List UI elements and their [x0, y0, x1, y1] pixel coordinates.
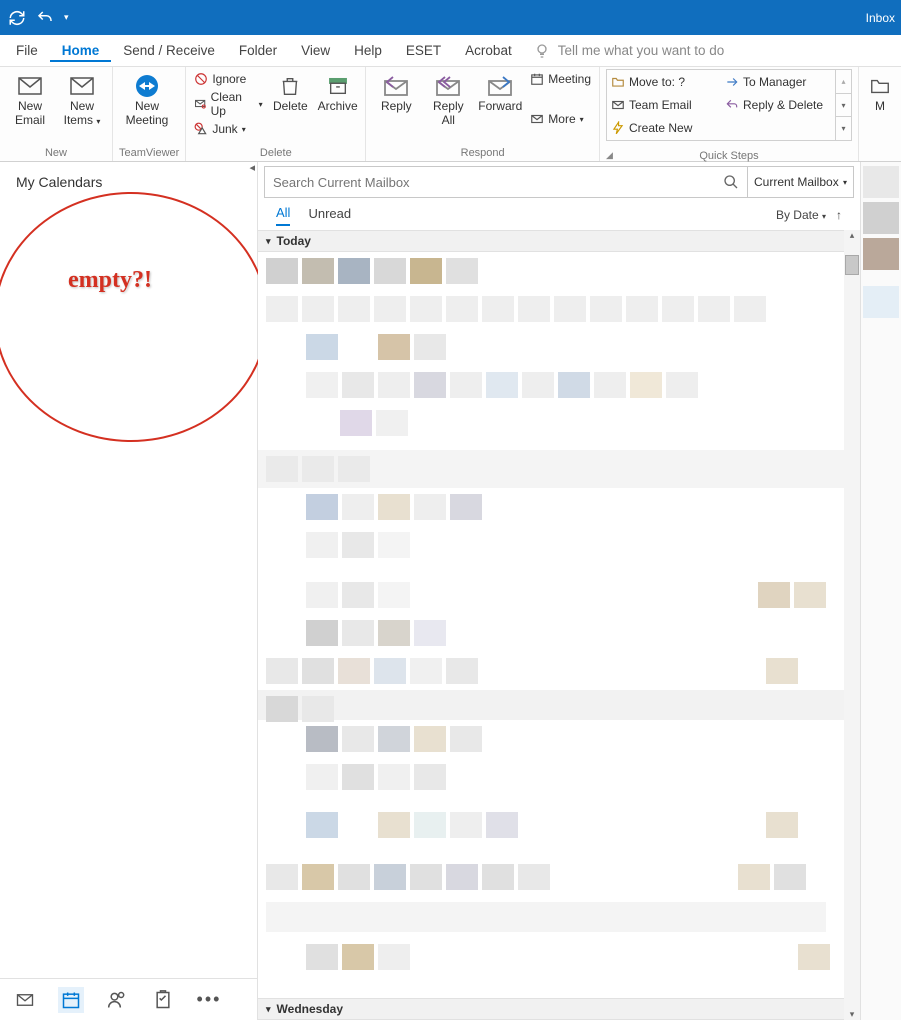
tab-view[interactable]: View — [289, 39, 342, 62]
group-respond-label: Respond — [372, 145, 593, 161]
group-delete: Ignore Clean Up▾ Junk▾ Delete Archive De… — [186, 67, 366, 161]
sort-by-date[interactable]: By Date ▾ — [776, 208, 826, 222]
annotation-text: empty?! — [68, 267, 152, 294]
tab-help[interactable]: Help — [342, 39, 394, 62]
filter-all[interactable]: All — [276, 205, 290, 226]
tab-folder[interactable]: Folder — [227, 39, 289, 62]
broom-icon — [194, 97, 206, 111]
lightbulb-icon — [534, 43, 550, 59]
qs-move-to[interactable]: Move to: ? — [607, 70, 721, 93]
junk-icon — [194, 122, 208, 136]
scroll-down-icon[interactable]: ▾ — [844, 1009, 860, 1020]
undo-icon[interactable] — [36, 9, 54, 27]
new-items-button[interactable]: New Items ▾ — [58, 69, 106, 128]
group-new: New Email New Items ▾ New — [0, 67, 113, 161]
tell-me-search[interactable]: Tell me what you want to do — [534, 43, 725, 59]
folder-move-icon — [611, 75, 625, 89]
truncated-button[interactable]: M — [865, 69, 895, 113]
tab-eset[interactable]: ESET — [394, 39, 453, 62]
qs-dialog-launcher[interactable]: ◢ — [606, 150, 850, 161]
new-email-button[interactable]: New Email — [6, 69, 54, 128]
reading-pane — [861, 162, 901, 1020]
collapse-folder-pane-icon[interactable]: ◂ — [249, 161, 255, 174]
group-quicksteps: Move to: ? To Manager Team Email Reply &… — [600, 67, 859, 161]
more-respond-button[interactable]: More▾ — [528, 111, 593, 127]
title-bar: ▾ Inbox — [0, 0, 901, 35]
quicksteps-gallery: Move to: ? To Manager Team Email Reply &… — [606, 69, 852, 141]
section-wednesday[interactable]: ▾ Wednesday — [258, 998, 844, 1020]
envelope-icon — [530, 112, 544, 126]
reply-all-button[interactable]: Reply All — [424, 69, 472, 128]
qs-create-new[interactable]: Create New — [607, 117, 721, 140]
scroll-thumb[interactable] — [845, 255, 859, 275]
search-input[interactable] — [273, 175, 723, 190]
search-icon[interactable] — [723, 174, 739, 190]
folder-pane: ◂ My Calendars empty?! ••• — [0, 162, 258, 1020]
section-wed-label: Wednesday — [277, 1002, 343, 1016]
new-meeting-button[interactable]: New Meeting — [119, 69, 175, 128]
body: ◂ My Calendars empty?! ••• Current Mailb… — [0, 162, 901, 1020]
search-scope-label: Current Mailbox — [754, 175, 839, 189]
ribbon: New Email New Items ▾ New New Meeting Te… — [0, 67, 901, 162]
qs-scroll-down[interactable]: ▾ — [836, 94, 851, 118]
nav-people-icon[interactable] — [104, 987, 130, 1013]
qs-team-email[interactable]: Team Email — [607, 93, 721, 116]
qs-expand[interactable]: ▾ — [836, 117, 851, 140]
group-tv-label: TeamViewer — [119, 145, 179, 161]
delete-button[interactable]: Delete — [269, 69, 312, 113]
ignore-button[interactable]: Ignore — [192, 71, 264, 87]
navigation-bar: ••• — [0, 978, 257, 1020]
meeting-button[interactable]: Meeting — [528, 71, 593, 87]
sync-icon[interactable] — [8, 9, 26, 27]
lightning-icon — [611, 121, 625, 135]
archive-button[interactable]: Archive — [316, 69, 359, 113]
filter-unread[interactable]: Unread — [308, 206, 351, 225]
qs-scroll-up[interactable]: ▴ — [836, 70, 851, 94]
reply-icon — [725, 98, 739, 112]
message-list-redacted — [258, 252, 860, 978]
tell-me-label: Tell me what you want to do — [558, 43, 725, 58]
tab-send-receive[interactable]: Send / Receive — [111, 39, 227, 62]
message-list-pane: Current Mailbox▾ All Unread By Date ▾ ↑ … — [258, 162, 861, 1020]
envelope-icon — [611, 98, 625, 112]
reply-button[interactable]: Reply — [372, 69, 420, 113]
nav-calendar-icon[interactable] — [58, 987, 84, 1013]
qs-reply-delete[interactable]: Reply & Delete — [721, 93, 835, 116]
quick-access-toolbar: ▾ — [0, 9, 77, 27]
ignore-icon — [194, 72, 208, 86]
cleanup-button[interactable]: Clean Up▾ — [192, 89, 264, 119]
chevron-down-icon: ▾ — [266, 1004, 271, 1015]
nav-mail-icon[interactable] — [12, 987, 38, 1013]
ribbon-tabs: File Home Send / Receive Folder View Hel… — [0, 35, 901, 67]
arrow-right-icon — [725, 75, 739, 89]
scroll-up-icon[interactable]: ▴ — [844, 230, 860, 241]
qs-to-manager[interactable]: To Manager — [721, 70, 835, 93]
search-box[interactable] — [264, 166, 748, 198]
section-today-label: Today — [277, 234, 311, 248]
sort-direction-icon[interactable]: ↑ — [836, 208, 842, 222]
junk-button[interactable]: Junk▾ — [192, 121, 264, 137]
tab-acrobat[interactable]: Acrobat — [453, 39, 524, 62]
section-today[interactable]: ▾ Today — [258, 230, 860, 252]
group-truncated: M — [859, 67, 901, 161]
forward-button[interactable]: Forward — [476, 69, 524, 113]
annotation-circle — [0, 192, 268, 442]
group-respond: Reply Reply All Forward Meeting More▾ Re… — [366, 67, 600, 161]
tab-home[interactable]: Home — [50, 39, 112, 62]
window-title: Inbox — [866, 11, 901, 25]
group-teamviewer: New Meeting TeamViewer — [113, 67, 186, 161]
search-scope-dropdown[interactable]: Current Mailbox▾ — [748, 166, 854, 198]
calendar-icon — [530, 72, 544, 86]
nav-tasks-icon[interactable] — [150, 987, 176, 1013]
tab-file[interactable]: File — [4, 39, 50, 62]
customize-qat-icon[interactable]: ▾ — [64, 12, 69, 23]
group-delete-label: Delete — [192, 145, 359, 161]
group-new-label: New — [6, 145, 106, 161]
chevron-down-icon: ▾ — [266, 236, 271, 247]
message-list-scrollbar[interactable]: ▴ ▾ — [844, 230, 860, 1020]
nav-more-icon[interactable]: ••• — [196, 987, 222, 1013]
